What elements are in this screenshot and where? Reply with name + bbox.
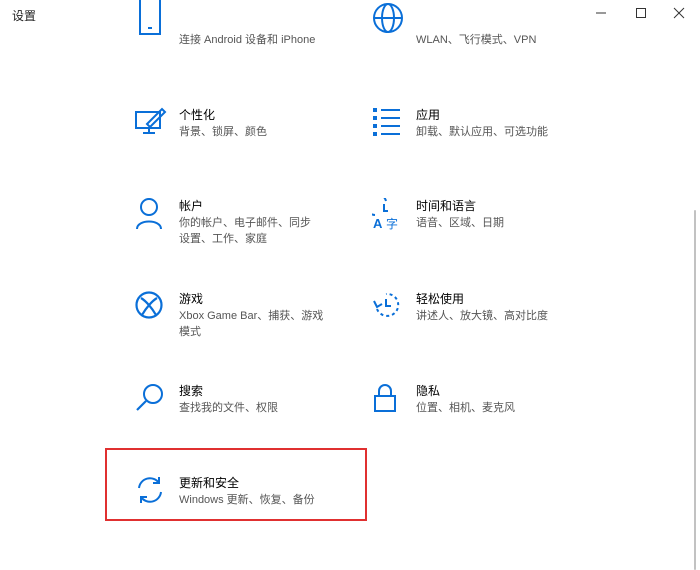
- lock-icon: [372, 383, 404, 417]
- tile-ease-of-access[interactable]: 轻松使用 讲述人、放大镜、高对比度: [372, 291, 602, 361]
- tile-search[interactable]: 搜索 查找我的文件、权限: [135, 383, 365, 453]
- tile-gaming-title: 游戏: [179, 292, 204, 306]
- scrollbar[interactable]: [690, 30, 700, 570]
- tile-apps-subtitle: 卸载、默认应用、可选功能: [416, 126, 548, 138]
- window-title: 设置: [12, 9, 37, 23]
- xbox-icon: [135, 291, 167, 325]
- close-button[interactable]: [656, 0, 700, 26]
- tile-personalization-subtitle: 背景、锁屏、颜色: [179, 126, 267, 138]
- tile-personalization[interactable]: 个性化 背景、锁屏、颜色: [135, 107, 365, 177]
- tile-phone[interactable]: 连接 Android 设备和 iPhone: [135, 0, 365, 74]
- scroll-thumb[interactable]: [694, 210, 696, 570]
- phone-icon: [135, 0, 167, 35]
- tile-time-language-subtitle: 语音、区域、日期: [416, 217, 504, 229]
- close-icon: [673, 7, 685, 19]
- search-icon: [135, 383, 167, 417]
- tile-search-subtitle: 查找我的文件、权限: [179, 402, 278, 414]
- tile-accounts-title: 帐户: [179, 199, 204, 213]
- svg-text:字: 字: [386, 216, 398, 230]
- maximize-icon: [636, 8, 646, 18]
- tile-accounts[interactable]: 帐户 你的帐户、电子邮件、同步设置、工作、家庭: [135, 198, 365, 268]
- tile-apps-title: 应用: [416, 108, 441, 122]
- ease-of-access-icon: [372, 291, 404, 325]
- tile-gaming[interactable]: 游戏 Xbox Game Bar、捕获、游戏模式: [135, 291, 365, 361]
- time-language-icon: A 字: [372, 198, 404, 232]
- tile-network[interactable]: WLAN、飞行模式、VPN: [372, 3, 602, 74]
- tile-gaming-subtitle: Xbox Game Bar、捕获、游戏模式: [179, 310, 324, 338]
- tile-time-language-title: 时间和语言: [416, 199, 477, 213]
- highlight-box: [105, 448, 367, 521]
- paint-monitor-icon: [135, 107, 167, 141]
- tile-accounts-subtitle: 你的帐户、电子邮件、同步设置、工作、家庭: [179, 217, 311, 245]
- tile-privacy-subtitle: 位置、相机、麦克风: [416, 402, 515, 414]
- tile-ease-of-access-title: 轻松使用: [416, 292, 465, 306]
- tile-search-title: 搜索: [179, 384, 204, 398]
- tile-apps[interactable]: 应用 卸载、默认应用、可选功能: [372, 107, 602, 177]
- tile-time-language[interactable]: A 字 时间和语言 语音、区域、日期: [372, 198, 602, 268]
- person-icon: [135, 198, 167, 232]
- tile-privacy[interactable]: 隐私 位置、相机、麦克风: [372, 383, 602, 453]
- tile-ease-of-access-subtitle: 讲述人、放大镜、高对比度: [416, 310, 548, 322]
- tile-phone-subtitle: 连接 Android 设备和 iPhone: [179, 34, 316, 46]
- tile-privacy-title: 隐私: [416, 384, 441, 398]
- tile-network-subtitle: WLAN、飞行模式、VPN: [416, 34, 537, 46]
- svg-text:A: A: [373, 216, 383, 230]
- globe-icon: [372, 0, 404, 33]
- tile-personalization-title: 个性化: [179, 108, 216, 122]
- apps-list-icon: [372, 107, 404, 141]
